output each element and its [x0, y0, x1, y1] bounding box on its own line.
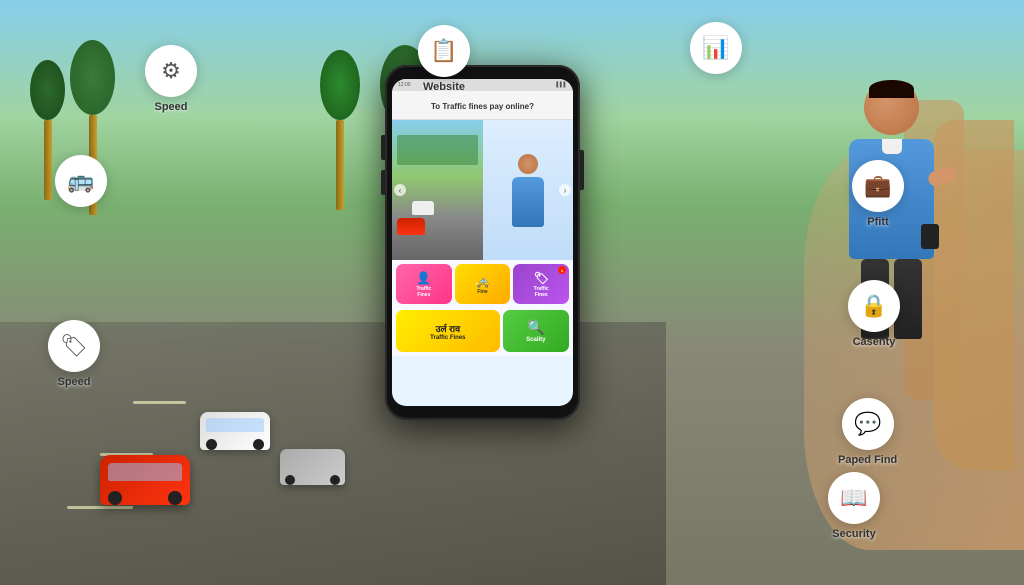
- phone-apps-row: 👤 Traffic Fines 🚕 Fine 1 🏷 Traffic Fines: [392, 260, 573, 308]
- badge-icon: 🏷: [48, 320, 100, 372]
- car-red: [100, 455, 190, 505]
- hand-area: [524, 0, 1024, 585]
- btn-scality[interactable]: 🔍 Scality: [503, 310, 569, 352]
- feature-pfitt: 💼 Pfitt: [852, 160, 904, 228]
- phone-bottom-row: उर्ल राव Traffic Fines 🔍 Scality: [392, 308, 573, 356]
- phone-device: 12:00▌▌▌ To Traffic fines pay online? ‹: [385, 65, 580, 420]
- feature-website: 📋 Website: [418, 25, 470, 93]
- phone-screen: 12:00▌▌▌ To Traffic fines pay online? ‹: [392, 79, 573, 406]
- app-traffic-fines-1[interactable]: 👤 Traffic Fines: [396, 264, 452, 304]
- feature-casenty: 🔒 Casenty: [848, 280, 900, 348]
- app-fine[interactable]: 🚕 Fine: [455, 264, 511, 304]
- clipboard-icon: 📋: [418, 25, 470, 77]
- bus-icon: 🚌: [55, 155, 107, 207]
- phone-person: ›: [483, 120, 574, 260]
- feature-bus: 🚌: [55, 155, 107, 211]
- chart-icon: 📊: [690, 22, 742, 74]
- briefcase-icon: 💼: [852, 160, 904, 212]
- car-silver: [280, 449, 345, 485]
- btn-traffic-fines[interactable]: उर्ल राव Traffic Fines: [396, 310, 500, 352]
- phone-road: ‹: [392, 120, 483, 260]
- phone-question: To Traffic fines pay online?: [392, 91, 573, 120]
- gear-icon: ⚙: [145, 45, 197, 97]
- book-icon: 📖: [828, 472, 880, 524]
- chat-icon: 💬: [842, 398, 894, 450]
- car-white: [200, 412, 270, 450]
- feature-speed-top: ⚙ Speed: [145, 45, 197, 113]
- tree-3: [320, 50, 360, 210]
- lock-icon: 🔒: [848, 280, 900, 332]
- phone-content: ‹ ›: [392, 120, 573, 260]
- feature-paped-find: 💬 Paped Find: [838, 398, 897, 466]
- app-traffic-fines-2[interactable]: 1 🏷 Traffic Fines: [513, 264, 569, 304]
- feature-security: 📖 Security: [828, 472, 880, 540]
- feature-chart: 📊: [690, 22, 742, 78]
- feature-speed-bottom: 🏷 Speed: [48, 320, 100, 388]
